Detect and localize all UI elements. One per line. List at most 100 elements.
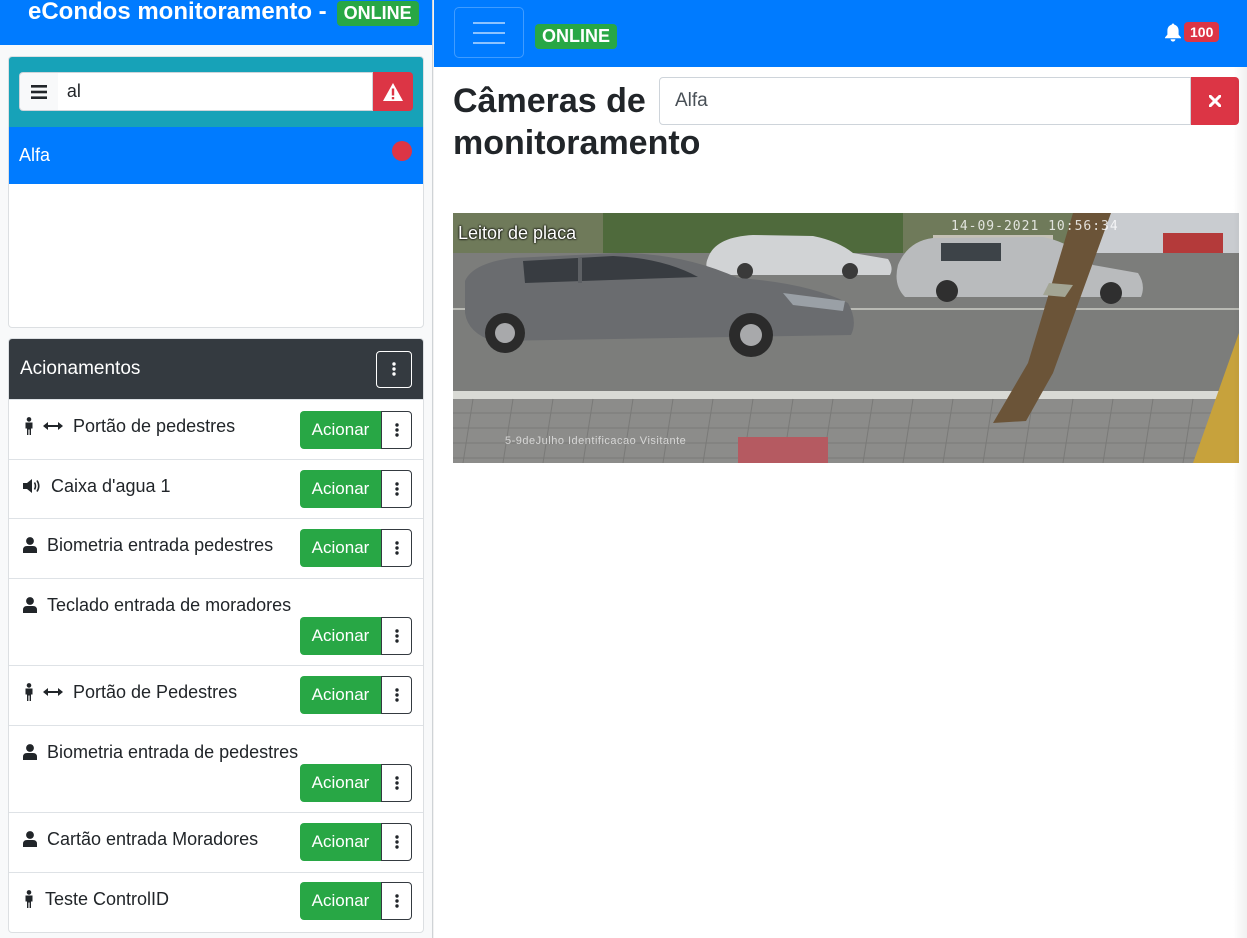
action-row: Biometria entrada pedestres Acionar — [9, 518, 423, 578]
action-options-button[interactable] — [381, 411, 412, 449]
action-options-button[interactable] — [381, 676, 412, 714]
acionar-button[interactable]: Acionar — [300, 764, 381, 802]
action-button-group: Acionar — [300, 617, 412, 655]
toggler-line — [473, 21, 505, 24]
online-status-badge: ONLINE — [535, 24, 618, 49]
notification-count-badge: 100 — [1184, 22, 1220, 42]
action-options-button[interactable] — [381, 470, 412, 508]
navbar-toggle-button[interactable] — [454, 7, 524, 58]
vertical-dots-icon — [394, 776, 399, 790]
online-status-badge: ONLINE — [336, 1, 419, 26]
clear-search-button[interactable] — [1191, 77, 1239, 125]
action-label: Caixa d'agua 1 — [23, 476, 171, 496]
vertical-dots-icon — [394, 835, 399, 849]
action-button-group: Acionar — [300, 882, 412, 920]
vertical-dots-icon — [394, 423, 399, 437]
action-label: Cartão entrada Moradores — [23, 829, 258, 849]
action-row: Portão de Pedestres Acionar — [9, 665, 423, 725]
actions-title: Acionamentos — [20, 358, 141, 379]
menu-button[interactable] — [19, 72, 58, 111]
acionar-button[interactable]: Acionar — [300, 823, 381, 861]
condo-list-item[interactable]: Alfa — [9, 127, 423, 184]
action-row: Teclado entrada de moradores Acionar — [9, 578, 423, 665]
user-icon — [23, 744, 37, 760]
action-row: Biometria entrada de pedestres Acionar — [9, 725, 423, 812]
action-options-button[interactable] — [381, 882, 412, 920]
actions-menu-button[interactable] — [376, 350, 412, 388]
vertical-dots-icon — [394, 894, 399, 908]
action-button-group: Acionar — [300, 529, 412, 567]
scroll-shadow — [1233, 67, 1247, 938]
vertical-dots-icon — [394, 688, 399, 702]
action-button-group: Acionar — [300, 823, 412, 861]
action-button-group: Acionar — [300, 764, 412, 802]
action-row: Cartão entrada Moradores Acionar — [9, 812, 423, 872]
alert-button[interactable] — [373, 72, 413, 111]
camera-search-input[interactable] — [659, 77, 1191, 125]
vertical-dots-icon — [394, 629, 399, 643]
top-navbar: ONLINE 100 — [434, 0, 1247, 67]
action-name: Portão de Pedestres — [73, 682, 238, 702]
action-label: Portão de Pedestres — [23, 682, 237, 702]
actions-header: Acionamentos — [9, 339, 423, 399]
action-button-group: Acionar — [300, 470, 412, 508]
user-icon — [23, 831, 37, 847]
action-name: Teclado entrada de moradores — [47, 595, 292, 615]
action-options-button[interactable] — [381, 764, 412, 802]
actions-list: Portão de pedestres Acionar Caixa d'agua 1… — [9, 399, 423, 932]
action-row: Teste ControlID Acionar — [9, 872, 423, 932]
vertical-dots-icon — [392, 362, 396, 376]
camera-feed[interactable]: Leitor de placa 14-09-2021 10:56:34 5-9d… — [453, 213, 1239, 463]
action-name: Caixa d'agua 1 — [51, 476, 171, 496]
person-arrows-icon — [23, 683, 63, 701]
acionar-button[interactable]: Acionar — [300, 676, 381, 714]
action-name: Portão de pedestres — [73, 416, 236, 436]
camera-caption: 5-9deJulho Identificacao Visitante — [505, 435, 687, 447]
user-icon — [23, 597, 37, 613]
camera-image — [453, 213, 1239, 463]
camera-name-label: Leitor de placa — [458, 223, 577, 243]
acionar-button[interactable]: Acionar — [300, 882, 381, 920]
warning-icon — [383, 82, 404, 101]
action-label: Biometria entrada pedestres — [23, 535, 273, 555]
status-dot — [392, 140, 412, 161]
action-name: Biometria entrada pedestres — [47, 535, 274, 555]
action-label: Teclado entrada de moradores — [23, 595, 291, 615]
action-options-button[interactable] — [381, 529, 412, 567]
action-name: Teste ControlID — [45, 889, 170, 909]
action-options-button[interactable] — [381, 823, 412, 861]
action-options-button[interactable] — [381, 617, 412, 655]
condo-search-input[interactable] — [57, 72, 374, 111]
app-title: eCondos monitoramento - — [28, 0, 327, 25]
person-icon — [23, 890, 35, 908]
condo-search-bar — [9, 57, 423, 127]
notifications-button[interactable]: 100 — [1164, 22, 1220, 42]
acionar-button[interactable]: Acionar — [300, 617, 381, 655]
vertical-dots-icon — [394, 482, 399, 496]
sidebar: eCondos monitoramento - ONLINE al Alfa A… — [0, 0, 433, 938]
condo-name: Alfa — [19, 145, 51, 165]
action-row: Portão de pedestres Acionar — [9, 399, 423, 459]
action-row: Caixa d'agua 1 Acionar — [9, 459, 423, 518]
main-panel: ONLINE 100 Câmeras de monitoramento Alfa… — [434, 0, 1247, 938]
acionar-button[interactable]: Acionar — [300, 470, 381, 508]
action-button-group: Acionar — [300, 411, 412, 449]
hamburger-icon — [30, 84, 47, 99]
close-icon — [1209, 95, 1221, 107]
person-arrows-icon — [23, 417, 63, 435]
acionar-button[interactable]: Acionar — [300, 529, 381, 567]
action-label: Biometria entrada de pedestres — [23, 742, 298, 762]
camera-search — [659, 77, 1239, 125]
condo-search-card: Alfa — [8, 56, 424, 328]
acionar-button[interactable]: Acionar — [300, 411, 381, 449]
bell-icon — [1165, 23, 1181, 42]
action-button-group: Acionar — [300, 676, 412, 714]
actions-card: Acionamentos Portão de pedestres Acionar C… — [8, 338, 424, 933]
action-name: Biometria entrada de pedestres — [47, 742, 299, 762]
toggler-line — [473, 41, 505, 44]
action-label: Portão de pedestres — [23, 416, 235, 436]
volume-icon — [23, 478, 41, 494]
action-name: Cartão entrada Moradores — [47, 829, 259, 849]
user-icon — [23, 537, 37, 553]
vertical-dots-icon — [394, 541, 399, 555]
